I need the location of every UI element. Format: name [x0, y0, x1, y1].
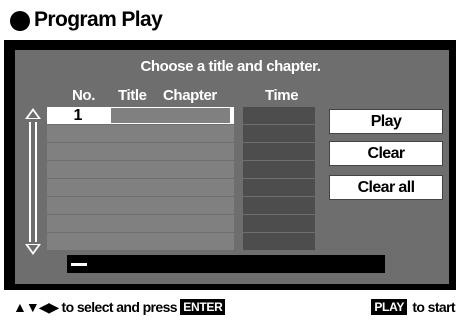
program-row[interactable] — [47, 215, 234, 232]
time-cell — [243, 143, 315, 160]
record-dot-icon — [10, 11, 30, 31]
clear-button[interactable]: Clear — [329, 141, 443, 166]
scroll-up-arrow-icon[interactable] — [25, 108, 41, 119]
navigation-hint: ▲▼◀▶ to select and press ENTER — [13, 299, 227, 316]
program-row-number — [47, 161, 109, 178]
program-row[interactable] — [47, 125, 234, 142]
total-time-bar — [67, 255, 385, 273]
time-cell — [243, 197, 315, 214]
time-cell — [243, 161, 315, 178]
title-bar: Program Play — [0, 0, 459, 40]
program-row-number — [47, 143, 109, 160]
program-row[interactable]: 1 — [47, 107, 234, 124]
column-header-chapter: Chapter — [163, 87, 217, 104]
column-header-time: Time — [265, 87, 299, 104]
column-header-title: Title — [118, 87, 147, 104]
program-row[interactable] — [47, 197, 234, 214]
program-list: 1 — [47, 107, 234, 253]
program-row-number — [47, 179, 109, 196]
program-row[interactable] — [47, 143, 234, 160]
page-title: Program Play — [34, 8, 163, 31]
program-row[interactable] — [47, 233, 234, 250]
select-hint-text: to select and press — [58, 299, 181, 315]
start-hint: PLAY to start — [371, 299, 456, 316]
time-cell — [243, 233, 315, 250]
clear-all-button[interactable]: Clear all — [329, 175, 443, 200]
program-row-number: 1 — [73, 107, 83, 124]
time-cell — [243, 215, 315, 232]
panel-heading: Choose a title and chapter. — [140, 58, 321, 75]
program-row-number — [47, 125, 109, 142]
time-cell — [243, 179, 315, 196]
scroll-track-line — [29, 122, 37, 242]
program-row-number — [47, 233, 109, 250]
total-time-dash — [71, 263, 87, 266]
scroll-down-arrow-icon[interactable] — [25, 244, 41, 255]
footer-hint-bar: ▲▼◀▶ to select and press ENTER PLAY to s… — [0, 290, 459, 323]
enter-key-badge: ENTER — [180, 299, 226, 315]
program-row-number — [47, 197, 109, 214]
time-cell — [243, 107, 315, 124]
time-cell — [243, 125, 315, 142]
program-row-title-chapter — [111, 108, 230, 123]
direction-arrows-icon: ▲▼◀▶ — [13, 299, 59, 315]
play-button[interactable]: Play — [329, 109, 443, 134]
column-header-no: No. — [72, 87, 95, 104]
start-hint-text: to start — [409, 299, 455, 315]
program-row-number — [47, 215, 109, 232]
time-column — [243, 107, 315, 253]
program-row[interactable] — [47, 179, 234, 196]
scrollbar[interactable] — [25, 108, 41, 255]
play-key-badge: PLAY — [371, 299, 408, 315]
program-row[interactable] — [47, 161, 234, 178]
